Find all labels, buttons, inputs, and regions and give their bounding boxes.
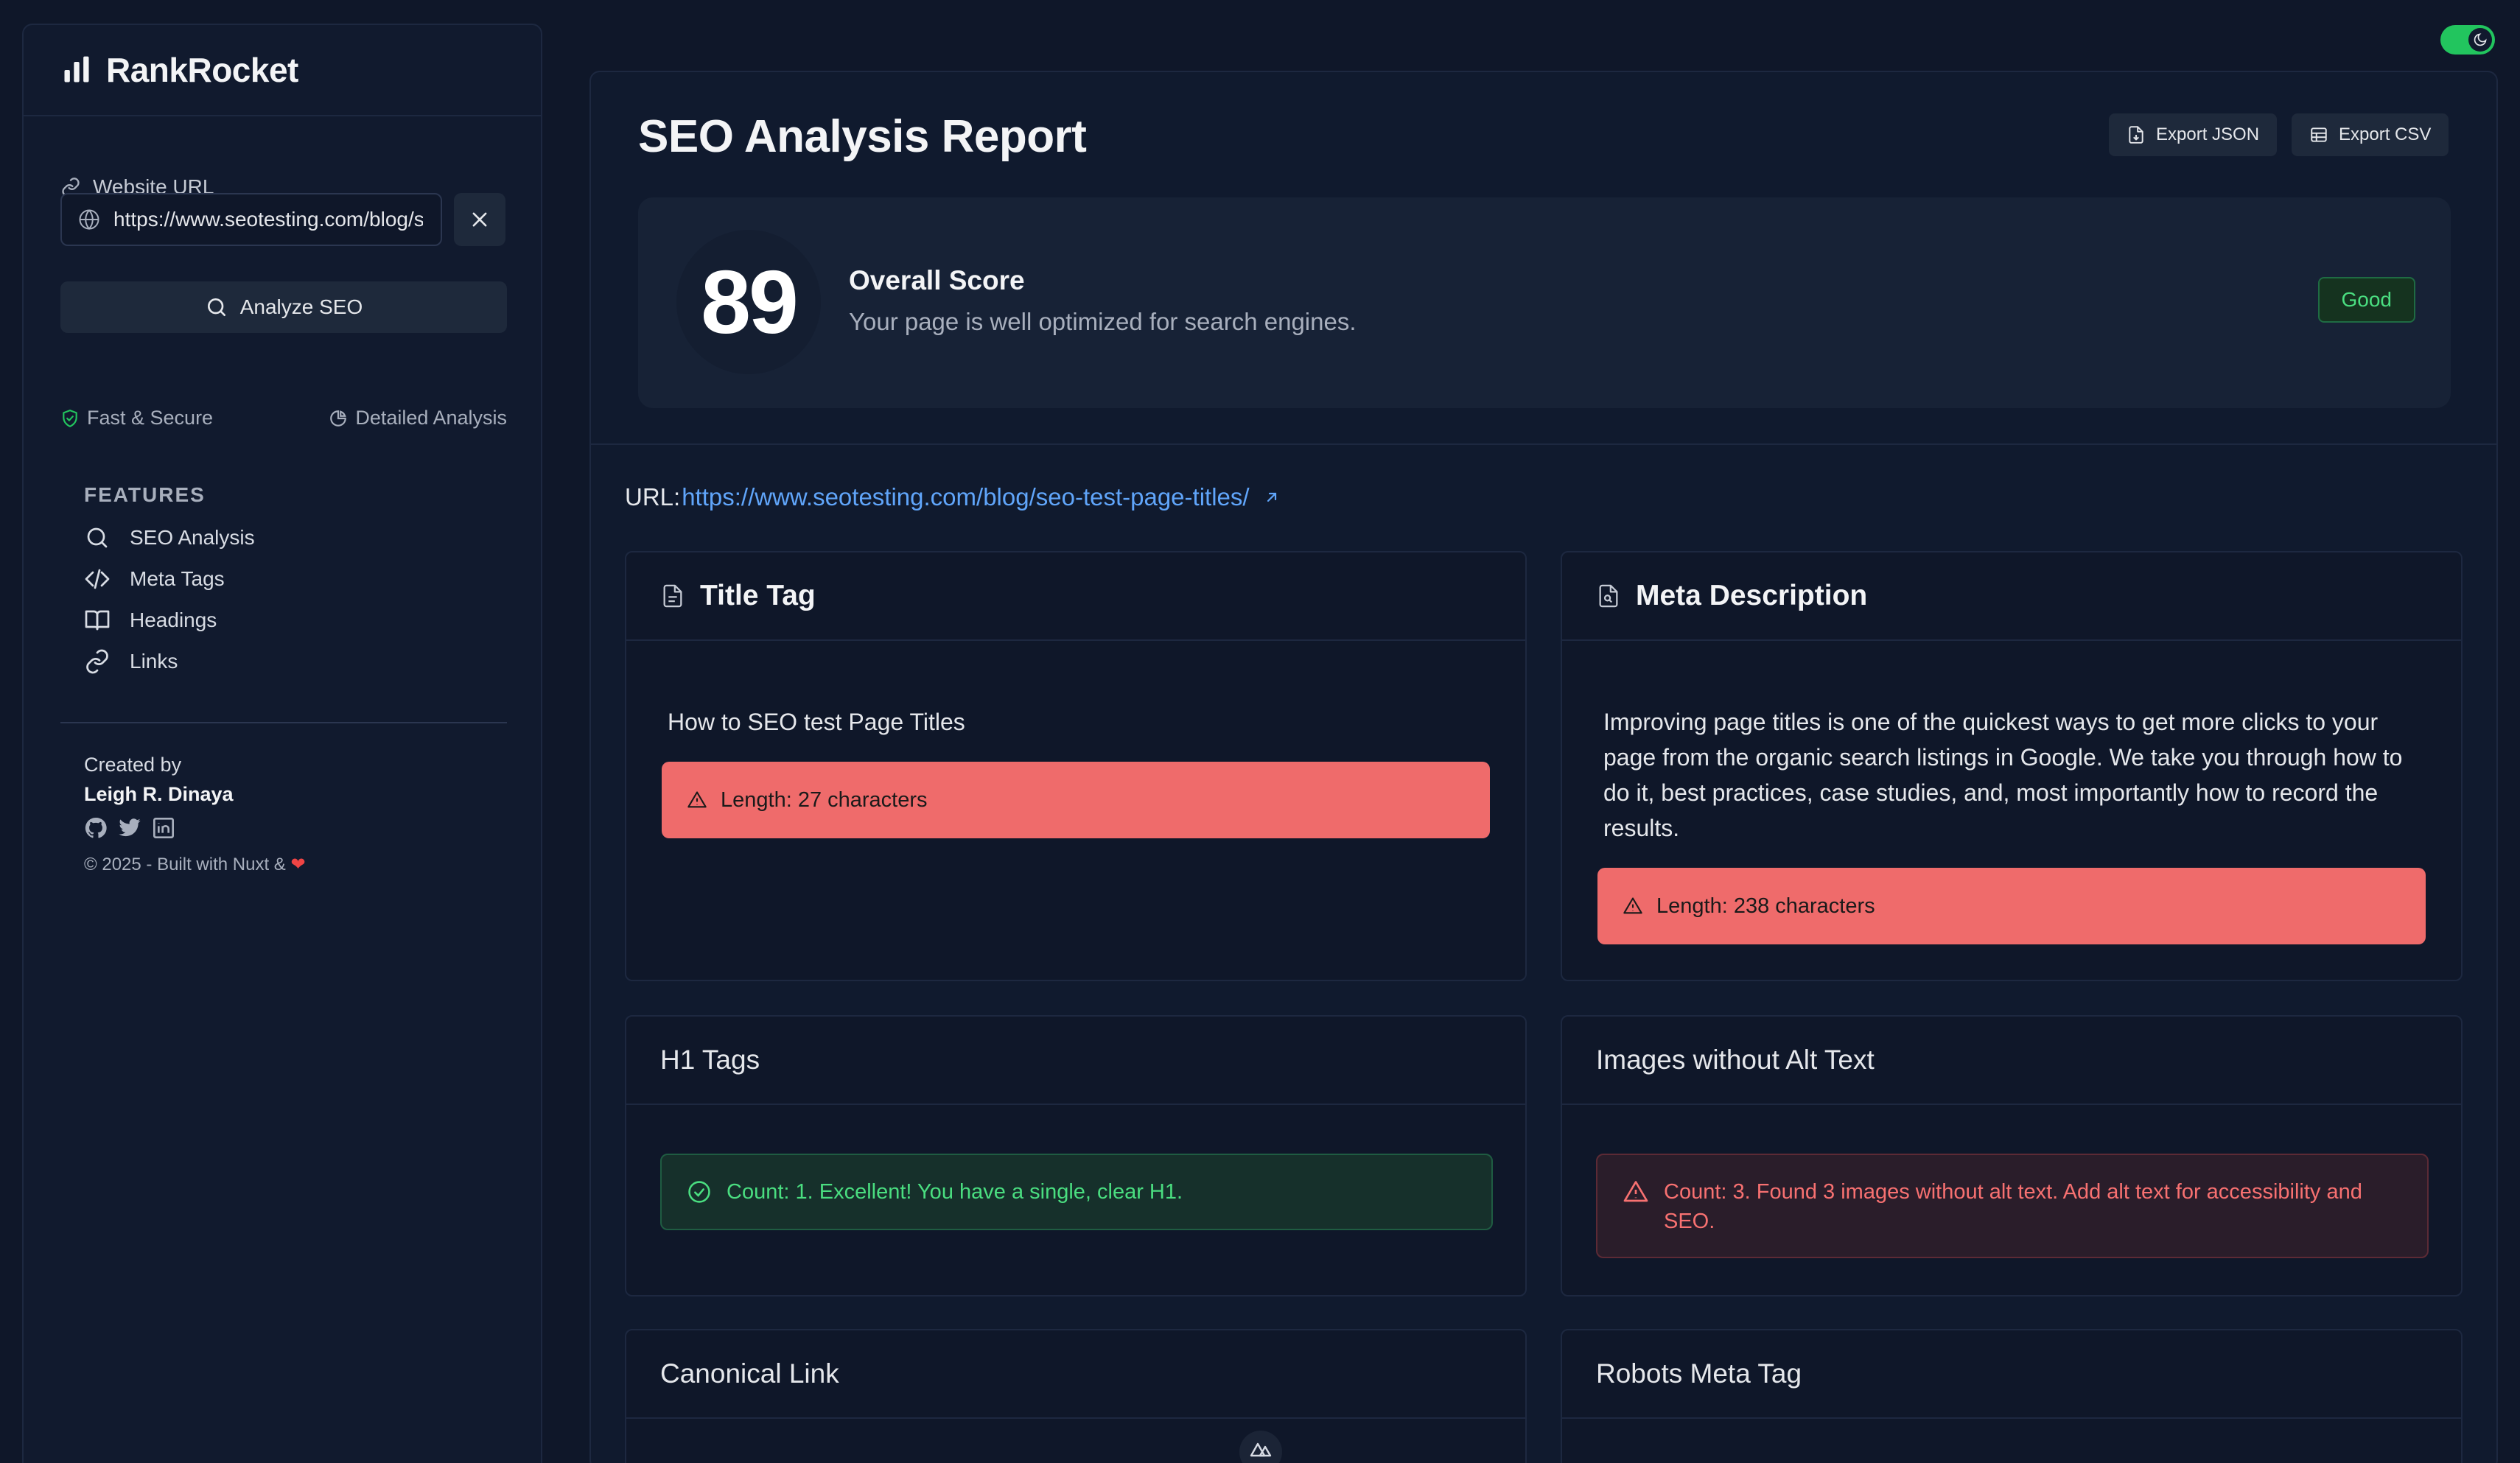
card-header: H1 Tags: [626, 1017, 1525, 1105]
file-export-icon: [2127, 125, 2146, 144]
external-link-icon[interactable]: [1263, 488, 1281, 506]
meta-length-alert: Length: 238 characters: [1597, 868, 2426, 944]
card-header: Title Tag: [626, 552, 1525, 641]
pie-chart-icon: [329, 409, 348, 428]
theme-toggle[interactable]: [2440, 25, 2495, 55]
meta-description-card: Meta Description Improving page titles i…: [1561, 551, 2463, 981]
report-panel: SEO Analysis Report Export JSON Export C…: [589, 71, 2498, 1463]
analyzed-url: URL: https://www.seotesting.com/blog/seo…: [625, 483, 1281, 511]
shield-check-icon: [60, 409, 80, 428]
card-header: Robots Meta Tag: [1562, 1330, 2461, 1419]
table-icon: [2309, 125, 2328, 144]
card-header: Meta Description: [1562, 552, 2461, 641]
overall-score-card: 89 Overall Score Your page is well optim…: [638, 197, 2451, 408]
warning-icon: [1623, 896, 1643, 916]
clear-url-button[interactable]: [454, 193, 505, 246]
nuxt-logo-icon: [1250, 1441, 1272, 1457]
h1-tags-card: H1 Tags Count: 1. Excellent! You have a …: [625, 1015, 1527, 1297]
status-badge: Good: [2317, 277, 2415, 323]
author-name: Leigh R. Dinaya: [84, 783, 234, 805]
nav-item-headings[interactable]: Headings: [84, 600, 255, 641]
credits: Created by Leigh R. Dinaya © 2025 - Buil…: [84, 750, 306, 880]
export-csv-button[interactable]: Export CSV: [2292, 113, 2449, 156]
sidebar-divider: [60, 722, 507, 723]
score-description: Your page is well optimized for search e…: [849, 308, 1357, 335]
linkedin-icon[interactable]: [152, 816, 175, 840]
card-title: Meta Description: [1636, 580, 1868, 611]
moon-icon: [2468, 28, 2492, 52]
card-header: Canonical Link: [626, 1330, 1525, 1419]
section-divider: [591, 443, 2496, 445]
card-title: H1 Tags: [660, 1045, 760, 1075]
fast-secure-badge: Fast & Secure: [60, 407, 213, 429]
warning-icon: [687, 790, 707, 810]
nav-item-links[interactable]: Links: [84, 641, 255, 682]
link-icon: [84, 648, 111, 675]
card-title: Title Tag: [700, 580, 816, 611]
github-icon[interactable]: [84, 816, 108, 840]
sidebar: RankRocket Website URL Analyze SEO Fast …: [22, 24, 542, 1463]
file-search-icon: [1596, 583, 1621, 608]
check-circle-icon: [687, 1179, 712, 1204]
warning-icon: [1623, 1179, 1649, 1205]
bar-chart-icon: [60, 54, 93, 86]
search-icon: [205, 295, 228, 319]
nav-item-meta-tags[interactable]: Meta Tags: [84, 558, 255, 600]
images-alt-card: Images without Alt Text Count: 3. Found …: [1561, 1015, 2463, 1297]
page-title: SEO Analysis Report: [638, 111, 1087, 162]
features-nav: SEO Analysis Meta Tags Headings Links: [84, 517, 255, 682]
card-title: Robots Meta Tag: [1596, 1358, 1802, 1389]
score-value: 89: [676, 230, 821, 374]
canonical-link-card: Canonical Link: [625, 1329, 1527, 1463]
meta-description-value: Improving page titles is one of the quic…: [1603, 709, 2403, 841]
analyzed-url-link[interactable]: https://www.seotesting.com/blog/seo-test…: [682, 483, 1249, 511]
features-heading: FEATURES: [84, 483, 206, 506]
title-tag-card: Title Tag How to SEO test Page Titles Le…: [625, 551, 1527, 981]
url-input[interactable]: [113, 208, 423, 231]
robots-meta-card: Robots Meta Tag: [1561, 1329, 2463, 1463]
app-name: RankRocket: [106, 51, 298, 89]
globe-icon: [78, 208, 100, 231]
heart-icon: ❤: [290, 855, 306, 874]
created-by-label: Created by: [84, 754, 182, 776]
search-icon: [84, 524, 111, 551]
copyright: © 2025 - Built with Nuxt & ❤: [84, 855, 306, 874]
images-alt-alert: Count: 3. Found 3 images without alt tex…: [1596, 1154, 2429, 1258]
score-title: Overall Score: [849, 265, 1025, 295]
close-icon: [469, 209, 490, 230]
social-links: [84, 816, 306, 840]
book-icon: [84, 607, 111, 634]
brand-header: RankRocket: [24, 25, 541, 116]
title-length-alert: Length: 27 characters: [662, 762, 1490, 838]
url-input-wrapper: [60, 193, 442, 246]
card-header: Images without Alt Text: [1562, 1017, 2461, 1105]
twitter-icon[interactable]: [118, 816, 141, 840]
title-tag-value: How to SEO test Page Titles: [668, 709, 965, 735]
h1-count-alert: Count: 1. Excellent! You have a single, …: [660, 1154, 1493, 1230]
feature-badges: Fast & Secure Detailed Analysis: [60, 407, 507, 429]
nav-item-seo-analysis[interactable]: SEO Analysis: [84, 517, 255, 558]
code-icon: [84, 566, 111, 592]
analyze-seo-button[interactable]: Analyze SEO: [60, 281, 507, 333]
detailed-analysis-badge: Detailed Analysis: [329, 407, 507, 429]
card-title: Images without Alt Text: [1596, 1045, 1875, 1075]
file-text-icon: [660, 583, 685, 608]
card-title: Canonical Link: [660, 1358, 839, 1389]
export-json-button[interactable]: Export JSON: [2109, 113, 2278, 156]
